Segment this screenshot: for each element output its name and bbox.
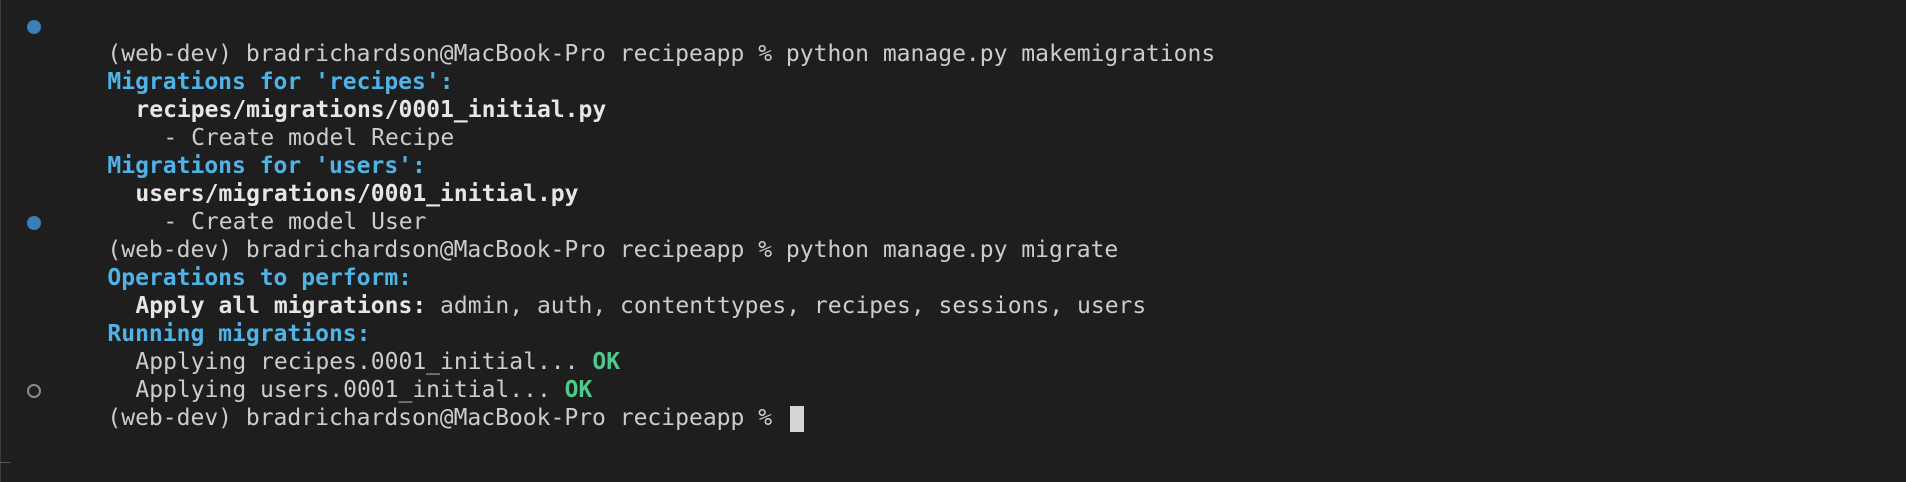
output-line: Migrations for 'users':	[0, 124, 1906, 179]
command-line: (web-dev) bradrichardson@MacBook-Pro rec…	[0, 208, 1906, 263]
output-line: recipes/migrations/0001_initial.py	[0, 68, 1906, 123]
text-cursor	[789, 405, 804, 432]
command-pending-decoration	[27, 384, 41, 398]
output-line: Migrations for 'recipes':	[0, 40, 1906, 95]
output-line: - Create model User	[0, 180, 1906, 235]
active-prompt-line[interactable]: (web-dev) bradrichardson@MacBook-Pro rec…	[0, 376, 1906, 432]
command-success-decoration[interactable]	[27, 216, 41, 230]
output-line: Running migrations:	[0, 292, 1906, 347]
output-line: Apply all migrations: admin, auth, conte…	[0, 264, 1906, 319]
panel-edge-tick	[0, 462, 10, 463]
command-success-decoration[interactable]	[27, 20, 41, 34]
output-line: users/migrations/0001_initial.py	[0, 152, 1906, 207]
command-line: (web-dev) bradrichardson@MacBook-Pro rec…	[0, 12, 1906, 67]
output-line: Operations to perform:	[0, 236, 1906, 291]
output-line: Applying recipes.0001_initial... OK	[0, 320, 1906, 375]
terminal-panel[interactable]: (web-dev) bradrichardson@MacBook-Pro rec…	[0, 0, 1906, 482]
output-line: - Create model Recipe	[0, 96, 1906, 151]
output-line: Applying users.0001_initial... OK	[0, 348, 1906, 403]
prompt: (web-dev) bradrichardson@MacBook-Pro rec…	[107, 405, 786, 431]
